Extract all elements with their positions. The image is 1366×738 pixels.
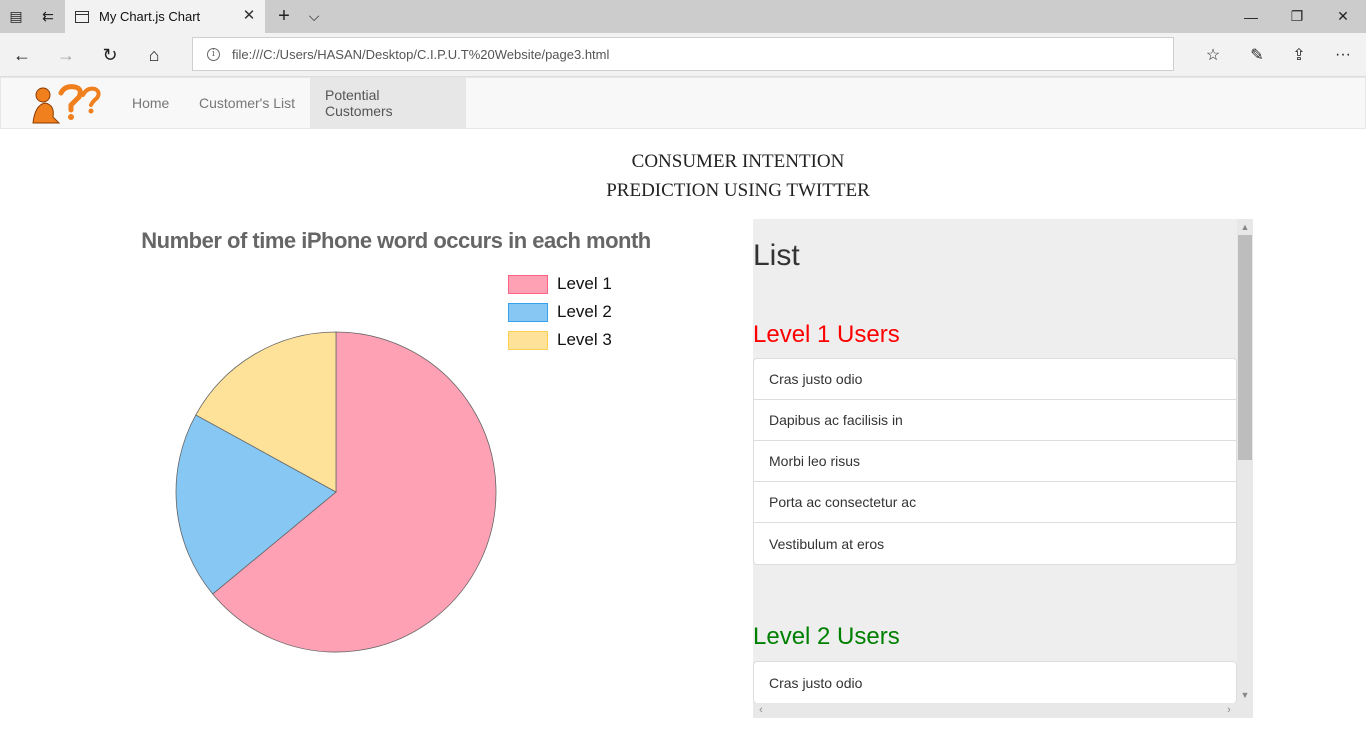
list-item[interactable]: Porta ac consectetur ac: [754, 482, 1236, 523]
home-icon[interactable]: ⌂: [138, 39, 170, 71]
list-title: List: [753, 239, 800, 272]
back-icon[interactable]: ←: [6, 39, 38, 71]
pie-chart: [175, 331, 497, 653]
nav-home[interactable]: Home: [117, 78, 184, 128]
list-panel[interactable]: List Level 1 Users Cras justo odio Dapib…: [753, 219, 1253, 718]
scroll-left-icon[interactable]: ‹: [753, 703, 769, 718]
set-tabs-aside-icon[interactable]: ⇇: [32, 0, 64, 33]
nav-customers-list[interactable]: Customer's List: [184, 78, 310, 128]
logo[interactable]: [29, 83, 101, 125]
minimize-icon[interactable]: —: [1228, 0, 1274, 33]
close-window-icon[interactable]: ✕: [1320, 0, 1366, 33]
scroll-right-icon[interactable]: ›: [1221, 703, 1237, 718]
list-item[interactable]: Cras justo odio: [754, 662, 1236, 703]
tab-preview-chevron-icon[interactable]: ⌵: [298, 0, 330, 33]
browser-address-bar: ← → ↻ ⌂ i file:///C:/Users/HASAN/Desktop…: [0, 33, 1366, 77]
more-menu-icon[interactable]: ···: [1327, 39, 1359, 71]
vertical-scrollbar[interactable]: ▲ ▼: [1237, 219, 1253, 703]
level-2-title: Level 2 Users: [753, 623, 900, 650]
list-item[interactable]: Cras justo odio: [754, 359, 1236, 400]
favorites-star-icon[interactable]: ☆: [1197, 39, 1229, 71]
list-item[interactable]: Morbi leo risus: [754, 441, 1236, 482]
legend-label: Level 1: [557, 274, 612, 293]
legend-label: Level 2: [557, 302, 612, 321]
browser-tab-bar: ▤ ⇇ My Chart.js Chart ✕ + ⌵ — ❐ ✕: [0, 0, 1366, 33]
scrollbar-thumb[interactable]: [1238, 235, 1252, 460]
legend-swatch: [508, 274, 548, 294]
chart-title: Number of time iPhone word occurs in eac…: [141, 228, 651, 253]
level-1-list: Cras justo odio Dapibus ac facilisis in …: [753, 358, 1237, 565]
legend-swatch: [508, 302, 548, 322]
list-item[interactable]: Vestibulum at eros: [754, 523, 1236, 564]
legend-item[interactable]: Level 2: [508, 302, 612, 322]
legend-item[interactable]: Level 1: [508, 274, 612, 294]
new-tab-icon[interactable]: +: [268, 0, 300, 33]
refresh-icon[interactable]: ↻: [94, 39, 126, 71]
level-1-title: Level 1 Users: [753, 321, 900, 348]
legend-swatch: [508, 330, 548, 350]
legend-item[interactable]: Level 3: [508, 330, 612, 350]
page-heading: CONSUMER INTENTION PREDICTION USING TWIT…: [0, 147, 1366, 205]
horizontal-scrollbar[interactable]: ‹ ›: [753, 703, 1253, 718]
share-icon[interactable]: ⇪: [1283, 39, 1315, 71]
level-2-list: Cras justo odio: [753, 661, 1237, 704]
scroll-down-icon[interactable]: ▼: [1237, 687, 1253, 703]
info-icon[interactable]: i: [207, 47, 220, 61]
list-item[interactable]: Dapibus ac facilisis in: [754, 400, 1236, 441]
page-heading-line-2: PREDICTION USING TWITTER: [606, 180, 870, 201]
close-tab-icon[interactable]: ✕: [241, 8, 257, 24]
tab-title: My Chart.js Chart: [99, 9, 201, 24]
scroll-up-icon[interactable]: ▲: [1237, 219, 1253, 235]
legend-label: Level 3: [557, 330, 612, 349]
page-icon: [75, 10, 89, 23]
tab-actions-icon[interactable]: ▤: [0, 0, 32, 33]
forward-icon[interactable]: →: [50, 39, 82, 71]
url-text: file:///C:/Users/HASAN/Desktop/C.I.P.U.T…: [232, 46, 610, 62]
pen-icon[interactable]: ✎: [1241, 39, 1273, 71]
browser-tab[interactable]: My Chart.js Chart ✕: [65, 0, 265, 33]
restore-icon[interactable]: ❐: [1274, 0, 1320, 33]
page-heading-line-1: CONSUMER INTENTION: [631, 151, 845, 172]
site-navbar: Home Customer's List Potential Customers: [0, 77, 1366, 129]
url-field[interactable]: i file:///C:/Users/HASAN/Desktop/C.I.P.U…: [192, 37, 1174, 71]
nav-potential-customers[interactable]: Potential Customers: [310, 78, 466, 128]
